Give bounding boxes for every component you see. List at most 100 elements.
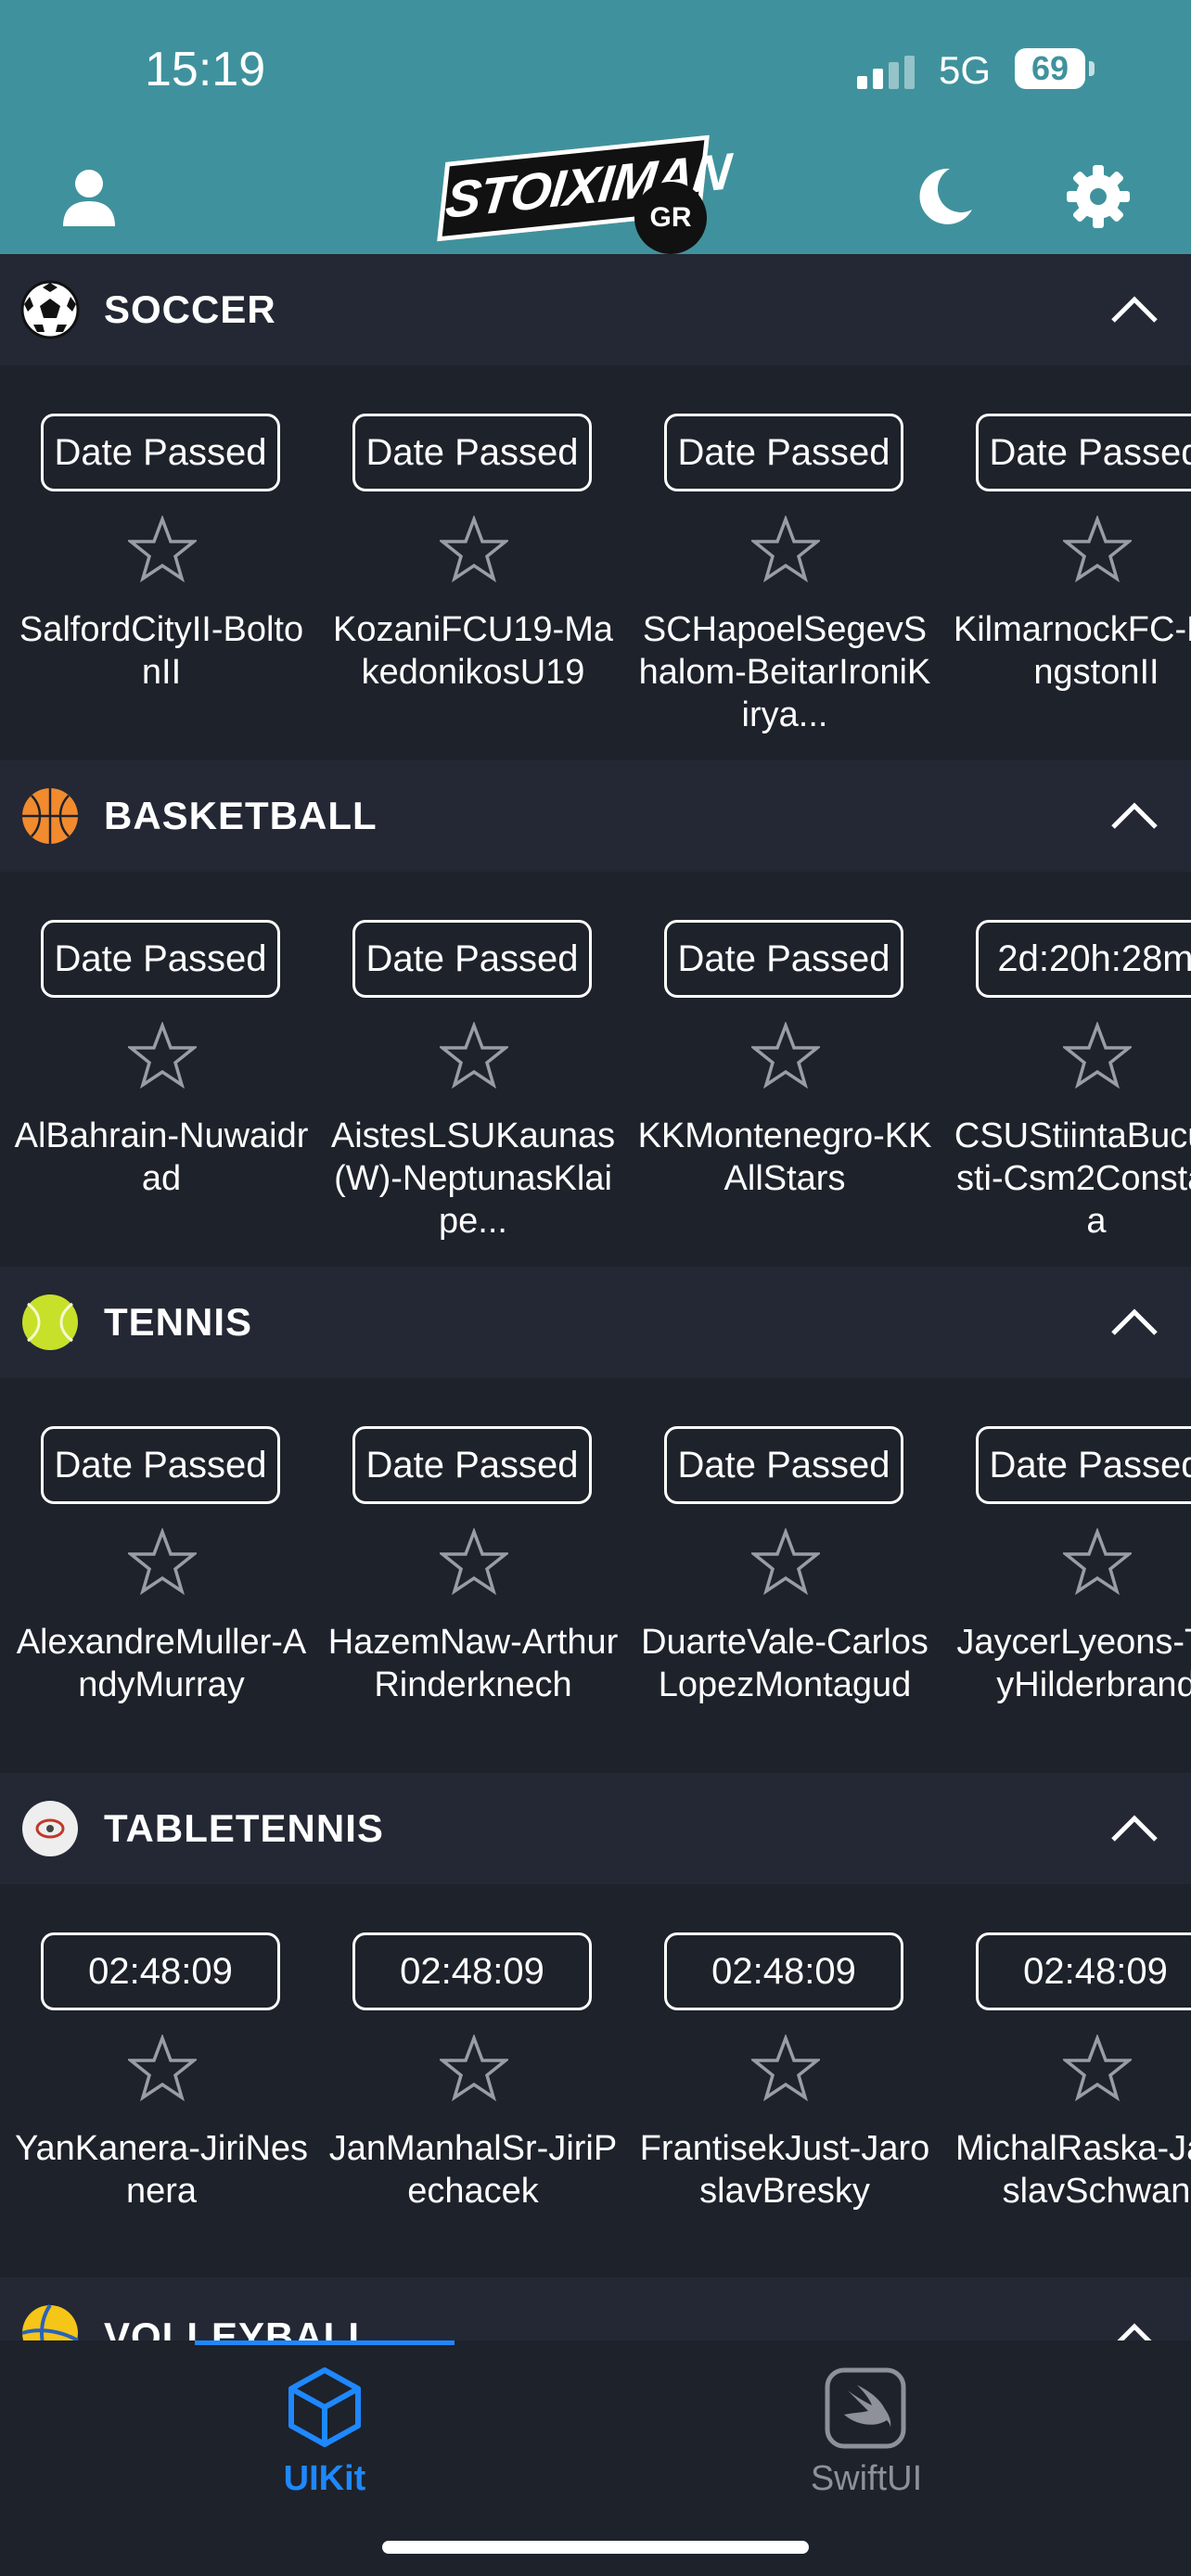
moon-icon[interactable] bbox=[905, 159, 980, 234]
star-icon[interactable] bbox=[440, 2034, 508, 2101]
gear-icon[interactable] bbox=[1061, 159, 1135, 234]
section-header[interactable]: BASKETBALL bbox=[0, 760, 1191, 872]
match-name: SalfordCityII-BoltonII bbox=[19, 610, 304, 692]
match-card[interactable]: 02:48:09 MichalRaska-JaroslavSchwan bbox=[941, 1884, 1191, 2279]
star-icon[interactable] bbox=[128, 1528, 197, 1595]
match-status-badge: 2d:20h:28m bbox=[976, 920, 1191, 998]
match-card[interactable]: Date Passed KozaniFCU19-MakedonikosU19 bbox=[317, 365, 629, 760]
match-card[interactable]: 02:48:09 FrantisekJust-JaroslavBresky bbox=[629, 1884, 941, 2279]
match-carousel[interactable]: Date Passed AlBahrain-Nuwaidrad Date Pas… bbox=[0, 872, 1191, 1267]
match-name: KKMontenegro-KKAllStars bbox=[637, 1116, 932, 1198]
match-carousel[interactable]: Date Passed AlexandreMuller-AndyMurray D… bbox=[0, 1378, 1191, 1773]
match-card[interactable]: 02:48:09 JanManhalSr-JiriPechacek bbox=[317, 1884, 629, 2279]
match-card[interactable]: Date Passed AlexandreMuller-AndyMurray bbox=[6, 1378, 317, 1773]
match-status-badge: 02:48:09 bbox=[664, 1932, 903, 2010]
chevron-up-icon[interactable] bbox=[1109, 1304, 1159, 1341]
star-icon[interactable] bbox=[128, 516, 197, 582]
match-card[interactable]: Date Passed SCHapoelSegevShalom-BeitarIr… bbox=[629, 365, 941, 760]
star-icon[interactable] bbox=[751, 1022, 820, 1089]
match-name: AlexandreMuller-AndyMurray bbox=[16, 1623, 307, 1704]
status-bar: 15:19 5G 69 bbox=[0, 0, 1191, 139]
match-status-badge: Date Passed bbox=[352, 414, 592, 491]
star-icon[interactable] bbox=[1063, 1528, 1132, 1595]
match-card[interactable]: Date Passed SalfordCityII-BoltonII bbox=[6, 365, 317, 760]
star-icon[interactable] bbox=[1063, 1022, 1132, 1089]
match-name: AistesLSUKaunas (W)-NeptunasKlaipe... bbox=[330, 1116, 616, 1241]
section-volleyball[interactable]: VOLLEYBALL bbox=[0, 2277, 1191, 2340]
match-status-badge: Date Passed bbox=[352, 920, 592, 998]
match-name: KilmarnockFC-LivingstonII bbox=[953, 610, 1191, 692]
table-tennis-ball-icon bbox=[22, 1801, 78, 1856]
tab-label: UIKit bbox=[283, 2459, 366, 2498]
section-basketball: BASKETBALL Date Passed AlBahrain-Nuwaidr… bbox=[0, 760, 1191, 1267]
match-status-badge: Date Passed bbox=[664, 414, 903, 491]
star-icon[interactable] bbox=[440, 1022, 508, 1089]
section-title: TENNIS bbox=[104, 1300, 253, 1344]
star-icon[interactable] bbox=[128, 2034, 197, 2101]
battery-tip bbox=[1089, 61, 1095, 76]
match-name: JaycerLyeons-TreyHilderbrand bbox=[956, 1623, 1191, 1704]
match-name: FrantisekJust-JaroslavBresky bbox=[639, 2129, 930, 2211]
section-header[interactable]: TENNIS bbox=[0, 1267, 1191, 1378]
basketball-icon bbox=[22, 788, 78, 844]
network-type: 5G bbox=[939, 48, 992, 92]
match-card[interactable]: Date Passed KilmarnockFC-LivingstonII bbox=[941, 365, 1191, 760]
match-carousel[interactable]: 02:48:09 YanKanera-JiriNesnera 02:48:09 … bbox=[0, 1884, 1191, 2279]
match-status-badge: 02:48:09 bbox=[352, 1932, 592, 2010]
star-icon[interactable] bbox=[440, 516, 508, 582]
active-tab-indicator bbox=[195, 2340, 455, 2345]
match-card[interactable]: Date Passed AistesLSUKaunas (W)-Neptunas… bbox=[317, 872, 629, 1267]
match-name: HazemNaw-ArthurRinderknech bbox=[327, 1623, 619, 1704]
match-status-badge: Date Passed bbox=[976, 414, 1191, 491]
section-tennis: TENNIS Date Passed AlexandreMuller-AndyM… bbox=[0, 1267, 1191, 1773]
section-soccer: SOCCER Date Passed SalfordCityII-BoltonI… bbox=[0, 254, 1191, 760]
battery-level: 69 bbox=[1015, 48, 1085, 89]
star-icon[interactable] bbox=[440, 1528, 508, 1595]
match-status-badge: Date Passed bbox=[41, 414, 280, 491]
match-card[interactable]: Date Passed DuarteVale-CarlosLopezMontag… bbox=[629, 1378, 941, 1773]
tab-uikit[interactable]: UIKit bbox=[158, 2363, 492, 2498]
match-card[interactable]: Date Passed JaycerLyeons-TreyHilderbrand bbox=[941, 1378, 1191, 1773]
match-status-badge: Date Passed bbox=[41, 920, 280, 998]
match-card[interactable]: 2d:20h:28m CSUStiintaBucuresti-Csm2Const… bbox=[941, 872, 1191, 1267]
soccer-ball-icon bbox=[20, 280, 80, 339]
status-time: 15:19 bbox=[145, 43, 266, 96]
match-name: SCHapoelSegevShalom-BeitarIroniKirya... bbox=[638, 610, 931, 734]
star-icon[interactable] bbox=[1063, 2034, 1132, 2101]
home-indicator bbox=[382, 2541, 809, 2554]
tennis-ball-icon bbox=[22, 1294, 78, 1350]
section-header[interactable]: TABLETENNIS bbox=[0, 1773, 1191, 1884]
match-status-badge: Date Passed bbox=[352, 1426, 592, 1504]
star-icon[interactable] bbox=[751, 2034, 820, 2101]
star-icon[interactable] bbox=[128, 1022, 197, 1089]
tab-swiftui[interactable]: SwiftUI bbox=[699, 2363, 1033, 2498]
section-header[interactable]: SOCCER bbox=[0, 254, 1191, 365]
match-carousel[interactable]: Date Passed SalfordCityII-BoltonII Date … bbox=[0, 365, 1191, 760]
star-icon[interactable] bbox=[751, 1528, 820, 1595]
tab-label: SwiftUI bbox=[810, 2459, 923, 2498]
match-name: YanKanera-JiriNesnera bbox=[14, 2129, 309, 2211]
chevron-up-icon[interactable] bbox=[1109, 291, 1159, 328]
match-name: JanManhalSr-JiriPechacek bbox=[328, 2129, 618, 2211]
chevron-up-icon[interactable] bbox=[1109, 2318, 1159, 2340]
section-title: BASKETBALL bbox=[104, 794, 378, 837]
volleyball-icon bbox=[21, 2303, 79, 2340]
match-name: DuarteVale-CarlosLopezMontagud bbox=[641, 1623, 928, 1704]
match-card[interactable]: Date Passed AlBahrain-Nuwaidrad bbox=[6, 872, 317, 1267]
match-name: CSUStiintaBucuresti-Csm2Constanta bbox=[954, 1116, 1191, 1241]
match-card[interactable]: Date Passed HazemNaw-ArthurRinderknech bbox=[317, 1378, 629, 1773]
brand-logo-badge: GR bbox=[634, 182, 707, 254]
match-status-badge: Date Passed bbox=[664, 1426, 903, 1504]
section-title: VOLLEYBALL bbox=[104, 2315, 373, 2340]
star-icon[interactable] bbox=[751, 516, 820, 582]
section-tabletennis: TABLETENNIS 02:48:09 YanKanera-JiriNesne… bbox=[0, 1773, 1191, 2279]
star-icon[interactable] bbox=[1063, 516, 1132, 582]
match-card[interactable]: Date Passed KKMontenegro-KKAllStars bbox=[629, 872, 941, 1267]
uikit-cube-icon bbox=[288, 2367, 361, 2447]
chevron-up-icon[interactable] bbox=[1109, 797, 1159, 835]
match-name: AlBahrain-Nuwaidrad bbox=[14, 1116, 309, 1198]
profile-icon[interactable] bbox=[52, 159, 126, 234]
chevron-up-icon[interactable] bbox=[1109, 1810, 1159, 1847]
match-card[interactable]: 02:48:09 YanKanera-JiriNesnera bbox=[6, 1884, 317, 2279]
section-title: TABLETENNIS bbox=[104, 1806, 384, 1850]
